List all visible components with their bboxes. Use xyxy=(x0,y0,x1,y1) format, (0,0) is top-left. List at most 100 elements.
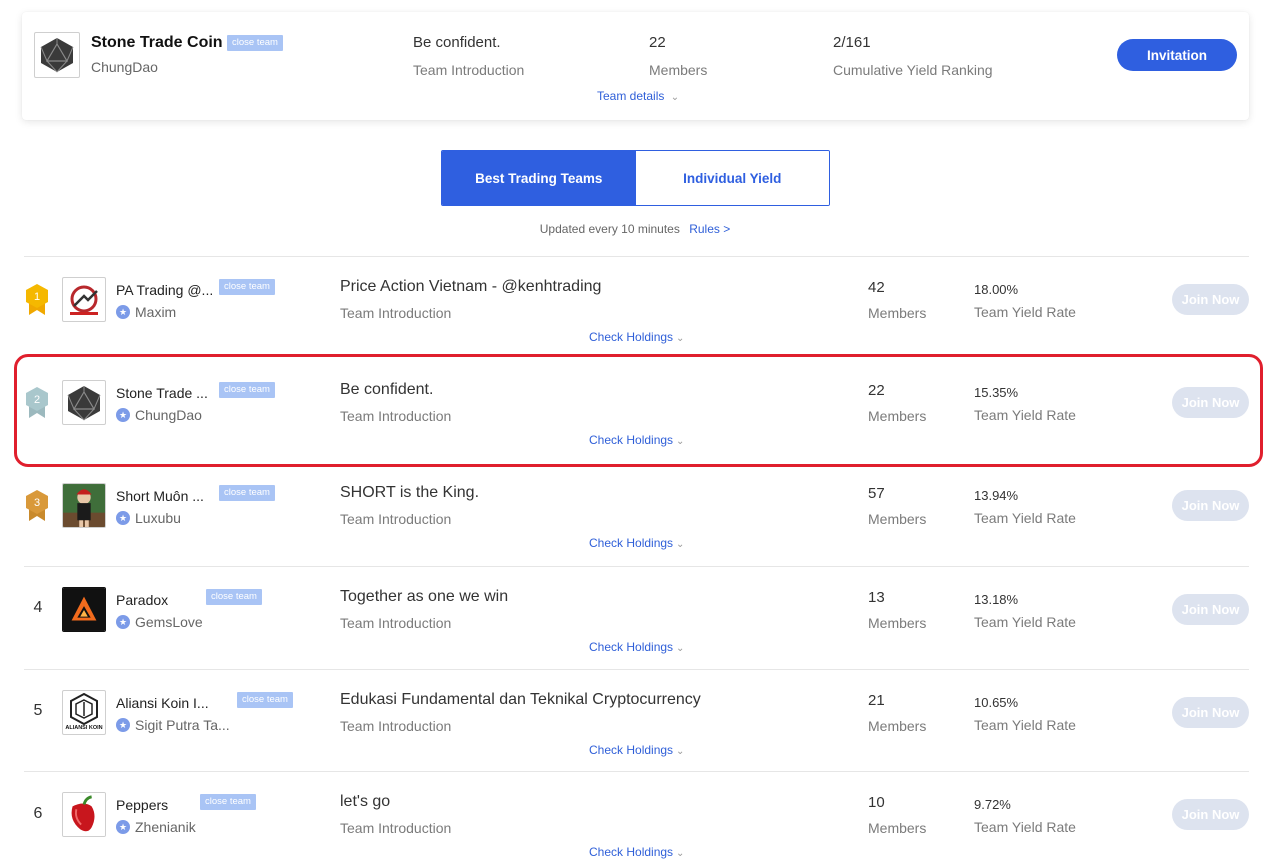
members-value: 10 xyxy=(868,794,885,811)
leader-name: ChungDao xyxy=(135,407,202,423)
team-intro: SHORT is the King. xyxy=(340,484,480,501)
team-avatar xyxy=(34,32,80,78)
join-now-button[interactable]: Join Now xyxy=(1172,490,1249,521)
team-row: 3 Short Muôn ... close team ★ Luxubu SHOR… xyxy=(24,462,1249,565)
paradox-logo-icon xyxy=(62,587,106,632)
rules-link[interactable]: Rules > xyxy=(689,222,730,236)
team-intro-label: Team Introduction xyxy=(340,511,452,527)
team-name[interactable]: Paradox xyxy=(116,592,168,608)
tab-best-trading-teams[interactable]: Best Trading Teams xyxy=(442,151,636,205)
invitation-button[interactable]: Invitation xyxy=(1117,39,1237,71)
members-label: Members xyxy=(868,305,927,321)
yield-label: Team Yield Rate xyxy=(974,819,1076,835)
chevron-down-icon: ⌄ xyxy=(676,848,685,859)
join-now-button[interactable]: Join Now xyxy=(1172,799,1249,830)
stone-logo-icon xyxy=(62,380,106,425)
star-icon: ★ xyxy=(116,615,130,629)
team-leader: ★ Zhenianik xyxy=(116,819,196,835)
check-holdings-link[interactable]: Check Holdings ⌄ xyxy=(589,845,684,859)
team-intro: Edukasi Fundamental dan Teknikal Cryptoc… xyxy=(340,691,701,708)
team-intro-label: Team Introduction xyxy=(340,820,452,836)
update-note: Updated every 10 minutes Rules > xyxy=(0,222,1270,236)
aliansi-koin-logo-text: ALIANSI KOIN xyxy=(65,725,103,731)
members-label: Members xyxy=(868,408,927,424)
team-name: Stone Trade Coin xyxy=(91,34,223,51)
rank-number: 5 xyxy=(33,702,43,719)
chevron-down-icon: ⌄ xyxy=(670,92,680,103)
bronze-medal-icon: 3 xyxy=(26,490,48,521)
team-intro-value: Be confident. xyxy=(413,34,501,51)
check-holdings-link[interactable]: Check Holdings ⌄ xyxy=(589,536,684,550)
silver-medal-icon: 2 xyxy=(26,387,48,418)
team-intro-label: Team Introduction xyxy=(413,62,525,78)
yield-value: 10.65% xyxy=(974,695,1019,710)
members-value: 22 xyxy=(868,382,885,399)
team-leader: ★ Maxim xyxy=(116,304,176,320)
team-intro: let's go xyxy=(340,793,391,810)
yield-label: Team Yield Rate xyxy=(974,304,1076,320)
members-label: Members xyxy=(868,718,927,734)
yield-value: 13.18% xyxy=(974,592,1019,607)
team-summary-card: Stone Trade Coin close team ChungDao Be … xyxy=(22,12,1249,120)
team-intro-label: Team Introduction xyxy=(340,615,452,631)
rank-number: 1 xyxy=(34,291,40,303)
team-name[interactable]: Stone Trade ... xyxy=(116,385,208,401)
rank-number: 6 xyxy=(33,805,43,822)
tab-individual-yield[interactable]: Individual Yield xyxy=(635,151,829,205)
check-holdings-link[interactable]: Check Holdings ⌄ xyxy=(589,433,684,447)
close-team-badge: close team xyxy=(200,794,256,810)
close-team-badge: close team xyxy=(219,279,275,295)
close-team-badge: close team xyxy=(227,35,283,51)
team-details-link[interactable]: Team details ⌄ xyxy=(597,89,679,103)
members-label: Members xyxy=(649,62,708,78)
join-now-button[interactable]: Join Now xyxy=(1172,387,1249,418)
yield-value: 13.94% xyxy=(974,488,1019,503)
check-holdings-link[interactable]: Check Holdings ⌄ xyxy=(589,330,684,344)
join-now-button[interactable]: Join Now xyxy=(1172,697,1249,728)
yield-value: 15.35% xyxy=(974,385,1019,400)
user-photo-icon xyxy=(62,483,106,528)
chevron-down-icon: ⌄ xyxy=(676,436,685,447)
team-name[interactable]: Aliansi Koin I... xyxy=(116,695,209,711)
chevron-down-icon: ⌄ xyxy=(676,333,685,344)
team-leader: ChungDao xyxy=(91,59,158,75)
team-intro-label: Team Introduction xyxy=(340,305,452,321)
leader-name: Maxim xyxy=(135,304,177,320)
team-name[interactable]: Peppers xyxy=(116,797,168,813)
members-label: Members xyxy=(868,615,927,631)
ranking-label: Cumulative Yield Ranking xyxy=(833,62,993,78)
close-team-badge: close team xyxy=(206,589,262,605)
chevron-down-icon: ⌄ xyxy=(676,643,685,654)
members-value: 22 xyxy=(649,34,666,51)
team-intro: Price Action Vietnam - @kenhtrading xyxy=(340,278,602,295)
check-holdings-link[interactable]: Check Holdings ⌄ xyxy=(589,640,684,654)
chevron-down-icon: ⌄ xyxy=(676,746,685,757)
team-leader: ★ GemsLove xyxy=(116,614,203,630)
team-row: 2 Stone Trade ... close team ★ ChungDao B… xyxy=(24,359,1249,462)
yield-label: Team Yield Rate xyxy=(974,614,1076,630)
team-name[interactable]: Short Muôn ... xyxy=(116,488,204,504)
star-icon: ★ xyxy=(116,718,130,732)
rank-number: 4 xyxy=(33,599,43,616)
team-intro-label: Team Introduction xyxy=(340,718,452,734)
check-holdings-label: Check Holdings xyxy=(589,640,674,654)
star-icon: ★ xyxy=(116,305,130,319)
leader-name: Sigit Putra Ta... xyxy=(135,717,230,733)
kenhtrading-logo-icon xyxy=(62,277,106,322)
yield-label: Team Yield Rate xyxy=(974,510,1076,526)
check-holdings-link[interactable]: Check Holdings ⌄ xyxy=(589,743,684,757)
team-leader: ★ Sigit Putra Ta... xyxy=(116,717,230,733)
update-note-text: Updated every 10 minutes xyxy=(539,222,680,236)
yield-label: Team Yield Rate xyxy=(974,407,1076,423)
join-now-button[interactable]: Join Now xyxy=(1172,594,1249,625)
aliansi-koin-logo-icon: ALIANSI KOIN xyxy=(62,690,106,735)
check-holdings-label: Check Holdings xyxy=(589,433,674,447)
join-now-button[interactable]: Join Now xyxy=(1172,284,1249,315)
gold-medal-icon: 1 xyxy=(26,284,48,315)
team-name[interactable]: PA Trading @... xyxy=(116,282,213,298)
yield-value: 9.72% xyxy=(974,797,1011,812)
team-intro-label: Team Introduction xyxy=(340,408,452,424)
team-row: 4 Paradox close team ★ GemsLove Together … xyxy=(24,566,1249,669)
members-value: 42 xyxy=(868,279,885,296)
members-label: Members xyxy=(868,820,927,836)
